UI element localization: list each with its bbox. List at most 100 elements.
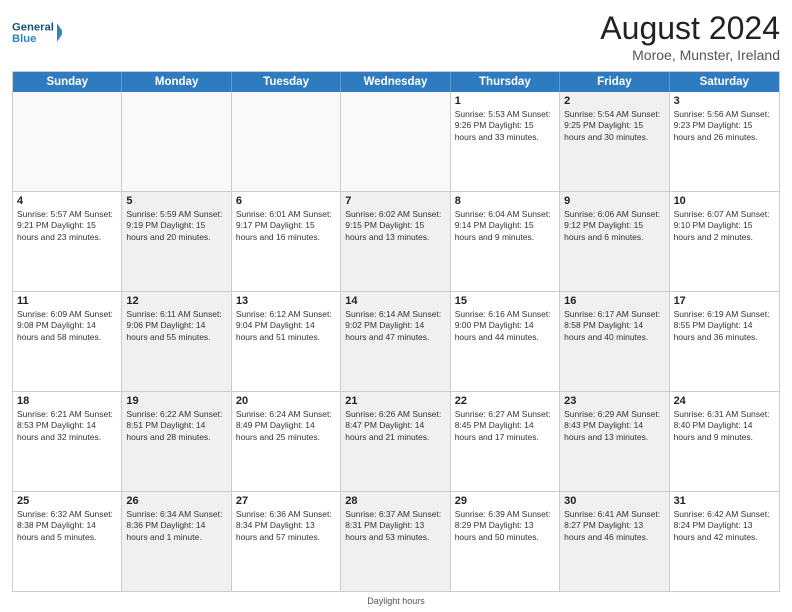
cal-row-2: 11 Sunrise: 6:09 AM Sunset: 9:08 PM Dayli… bbox=[13, 292, 779, 392]
cal-row-1: 4 Sunrise: 5:57 AM Sunset: 9:21 PM Daylig… bbox=[13, 192, 779, 292]
day-info: Sunrise: 6:34 AM Sunset: 8:36 PM Dayligh… bbox=[126, 509, 226, 543]
svg-text:Blue: Blue bbox=[12, 33, 36, 45]
cal-cell-day-19: 19Sunrise: 6:22 AM Sunset: 8:51 PM Dayli… bbox=[122, 392, 231, 491]
day-info: Sunrise: 6:02 AM Sunset: 9:15 PM Dayligh… bbox=[345, 209, 445, 243]
cal-cell-empty bbox=[122, 92, 231, 191]
day-number: 25 bbox=[17, 495, 117, 507]
day-info: Sunrise: 6:01 AM Sunset: 9:17 PM Dayligh… bbox=[236, 209, 336, 243]
day-number: 14 bbox=[345, 295, 445, 307]
day-number: 11 bbox=[17, 295, 117, 307]
cal-cell-day-23: 23 Sunrise: 6:29 AM Sunset: 8:43 PM Dayli… bbox=[560, 392, 669, 491]
day-number: 6 bbox=[236, 195, 336, 207]
day-info: Sunrise: 5:53 AM Sunset: 9:26 PM Dayligh… bbox=[455, 109, 555, 143]
day-number: 27 bbox=[236, 495, 336, 507]
day-info: Sunrise: 6:16 AM Sunset: 9:00 PM Dayligh… bbox=[455, 309, 555, 343]
day-info: Sunrise: 5:56 AM Sunset: 9:23 PM Dayligh… bbox=[674, 109, 775, 143]
cal-cell-day-30: 30 Sunrise: 6:41 AM Sunset: 8:27 PM Dayli… bbox=[560, 492, 669, 591]
cal-cell-day-18: 18 Sunrise: 6:21 AM Sunset: 8:53 PM Dayli… bbox=[13, 392, 122, 491]
cal-cell-empty bbox=[13, 92, 122, 191]
cal-cell-day-22: 22 Sunrise: 6:27 AM Sunset: 8:45 PM Dayli… bbox=[451, 392, 560, 491]
cal-cell-day-6: 6 Sunrise: 6:01 AM Sunset: 9:17 PM Daylig… bbox=[232, 192, 341, 291]
cal-cell-day-2: 2 Sunrise: 5:54 AM Sunset: 9:25 PM Daylig… bbox=[560, 92, 669, 191]
day-header-tuesday: Tuesday bbox=[232, 72, 341, 92]
cal-cell-day-9: 9 Sunrise: 6:06 AM Sunset: 9:12 PM Daylig… bbox=[560, 192, 669, 291]
day-number: 31 bbox=[674, 495, 775, 507]
day-number: 22 bbox=[455, 395, 555, 407]
logo: General Blue bbox=[12, 10, 62, 55]
cal-cell-day-4: 4 Sunrise: 5:57 AM Sunset: 9:21 PM Daylig… bbox=[13, 192, 122, 291]
day-number: 15 bbox=[455, 295, 555, 307]
day-number: 29 bbox=[455, 495, 555, 507]
day-info: Sunrise: 5:54 AM Sunset: 9:25 PM Dayligh… bbox=[564, 109, 664, 143]
cal-cell-day-11: 11 Sunrise: 6:09 AM Sunset: 9:08 PM Dayli… bbox=[13, 292, 122, 391]
day-number: 2 bbox=[564, 95, 664, 107]
day-info: Sunrise: 6:14 AM Sunset: 9:02 PM Dayligh… bbox=[345, 309, 445, 343]
day-number: 17 bbox=[674, 295, 775, 307]
day-info: Sunrise: 6:37 AM Sunset: 8:31 PM Dayligh… bbox=[345, 509, 445, 543]
title-block: August 2024 Moroe, Munster, Ireland bbox=[600, 10, 780, 63]
cal-cell-day-1: 1Sunrise: 5:53 AM Sunset: 9:26 PM Daylig… bbox=[451, 92, 560, 191]
day-info: Sunrise: 6:31 AM Sunset: 8:40 PM Dayligh… bbox=[674, 409, 775, 443]
day-info: Sunrise: 6:32 AM Sunset: 8:38 PM Dayligh… bbox=[17, 509, 117, 543]
day-info: Sunrise: 6:41 AM Sunset: 8:27 PM Dayligh… bbox=[564, 509, 664, 543]
day-number: 13 bbox=[236, 295, 336, 307]
cal-cell-day-14: 14 Sunrise: 6:14 AM Sunset: 9:02 PM Dayli… bbox=[341, 292, 450, 391]
day-header-friday: Friday bbox=[560, 72, 669, 92]
day-number: 18 bbox=[17, 395, 117, 407]
page: General Blue August 2024 Moroe, Munster,… bbox=[0, 0, 792, 612]
day-info: Sunrise: 6:39 AM Sunset: 8:29 PM Dayligh… bbox=[455, 509, 555, 543]
cal-cell-day-12: 12Sunrise: 6:11 AM Sunset: 9:06 PM Dayli… bbox=[122, 292, 231, 391]
header: General Blue August 2024 Moroe, Munster,… bbox=[12, 10, 780, 63]
cal-row-4: 25 Sunrise: 6:32 AM Sunset: 8:38 PM Dayli… bbox=[13, 492, 779, 591]
cal-cell-day-26: 26 Sunrise: 6:34 AM Sunset: 8:36 PM Dayli… bbox=[122, 492, 231, 591]
cal-cell-day-13: 13Sunrise: 6:12 AM Sunset: 9:04 PM Dayli… bbox=[232, 292, 341, 391]
cal-cell-day-31: 31Sunrise: 6:42 AM Sunset: 8:24 PM Dayli… bbox=[670, 492, 779, 591]
day-number: 23 bbox=[564, 395, 664, 407]
cal-cell-day-29: 29 Sunrise: 6:39 AM Sunset: 8:29 PM Dayli… bbox=[451, 492, 560, 591]
day-info: Sunrise: 6:29 AM Sunset: 8:43 PM Dayligh… bbox=[564, 409, 664, 443]
day-header-saturday: Saturday bbox=[670, 72, 779, 92]
day-info: Sunrise: 6:19 AM Sunset: 8:55 PM Dayligh… bbox=[674, 309, 775, 343]
day-info: Sunrise: 6:21 AM Sunset: 8:53 PM Dayligh… bbox=[17, 409, 117, 443]
day-number: 16 bbox=[564, 295, 664, 307]
day-number: 12 bbox=[126, 295, 226, 307]
footer-note: Daylight hours bbox=[12, 596, 780, 606]
day-number: 9 bbox=[564, 195, 664, 207]
cal-cell-day-3: 3Sunrise: 5:56 AM Sunset: 9:23 PM Daylig… bbox=[670, 92, 779, 191]
day-number: 4 bbox=[17, 195, 117, 207]
calendar-body: 1Sunrise: 5:53 AM Sunset: 9:26 PM Daylig… bbox=[13, 92, 779, 591]
day-info: Sunrise: 6:27 AM Sunset: 8:45 PM Dayligh… bbox=[455, 409, 555, 443]
cal-cell-empty bbox=[232, 92, 341, 191]
cal-cell-day-10: 10Sunrise: 6:07 AM Sunset: 9:10 PM Dayli… bbox=[670, 192, 779, 291]
day-number: 30 bbox=[564, 495, 664, 507]
day-number: 19 bbox=[126, 395, 226, 407]
month-title: August 2024 bbox=[600, 10, 780, 47]
day-number: 7 bbox=[345, 195, 445, 207]
cal-cell-day-7: 7 Sunrise: 6:02 AM Sunset: 9:15 PM Daylig… bbox=[341, 192, 450, 291]
day-number: 21 bbox=[345, 395, 445, 407]
day-info: Sunrise: 6:04 AM Sunset: 9:14 PM Dayligh… bbox=[455, 209, 555, 243]
cal-row-0: 1Sunrise: 5:53 AM Sunset: 9:26 PM Daylig… bbox=[13, 92, 779, 192]
day-info: Sunrise: 6:36 AM Sunset: 8:34 PM Dayligh… bbox=[236, 509, 336, 543]
cal-cell-empty bbox=[341, 92, 450, 191]
cal-cell-day-20: 20 Sunrise: 6:24 AM Sunset: 8:49 PM Dayli… bbox=[232, 392, 341, 491]
day-info: Sunrise: 5:57 AM Sunset: 9:21 PM Dayligh… bbox=[17, 209, 117, 243]
cal-row-3: 18 Sunrise: 6:21 AM Sunset: 8:53 PM Dayli… bbox=[13, 392, 779, 492]
day-number: 26 bbox=[126, 495, 226, 507]
location: Moroe, Munster, Ireland bbox=[600, 47, 780, 63]
day-info: Sunrise: 6:26 AM Sunset: 8:47 PM Dayligh… bbox=[345, 409, 445, 443]
cal-cell-day-5: 5Sunrise: 5:59 AM Sunset: 9:19 PM Daylig… bbox=[122, 192, 231, 291]
day-number: 20 bbox=[236, 395, 336, 407]
cal-cell-day-16: 16Sunrise: 6:17 AM Sunset: 8:58 PM Dayli… bbox=[560, 292, 669, 391]
day-info: Sunrise: 6:09 AM Sunset: 9:08 PM Dayligh… bbox=[17, 309, 117, 343]
day-info: Sunrise: 6:24 AM Sunset: 8:49 PM Dayligh… bbox=[236, 409, 336, 443]
day-info: Sunrise: 5:59 AM Sunset: 9:19 PM Dayligh… bbox=[126, 209, 226, 243]
day-header-wednesday: Wednesday bbox=[341, 72, 450, 92]
cal-cell-day-28: 28Sunrise: 6:37 AM Sunset: 8:31 PM Dayli… bbox=[341, 492, 450, 591]
day-header-sunday: Sunday bbox=[13, 72, 122, 92]
day-header-thursday: Thursday bbox=[451, 72, 560, 92]
day-header-monday: Monday bbox=[122, 72, 231, 92]
day-info: Sunrise: 6:06 AM Sunset: 9:12 PM Dayligh… bbox=[564, 209, 664, 243]
calendar: SundayMondayTuesdayWednesdayThursdayFrid… bbox=[12, 71, 780, 592]
day-number: 8 bbox=[455, 195, 555, 207]
